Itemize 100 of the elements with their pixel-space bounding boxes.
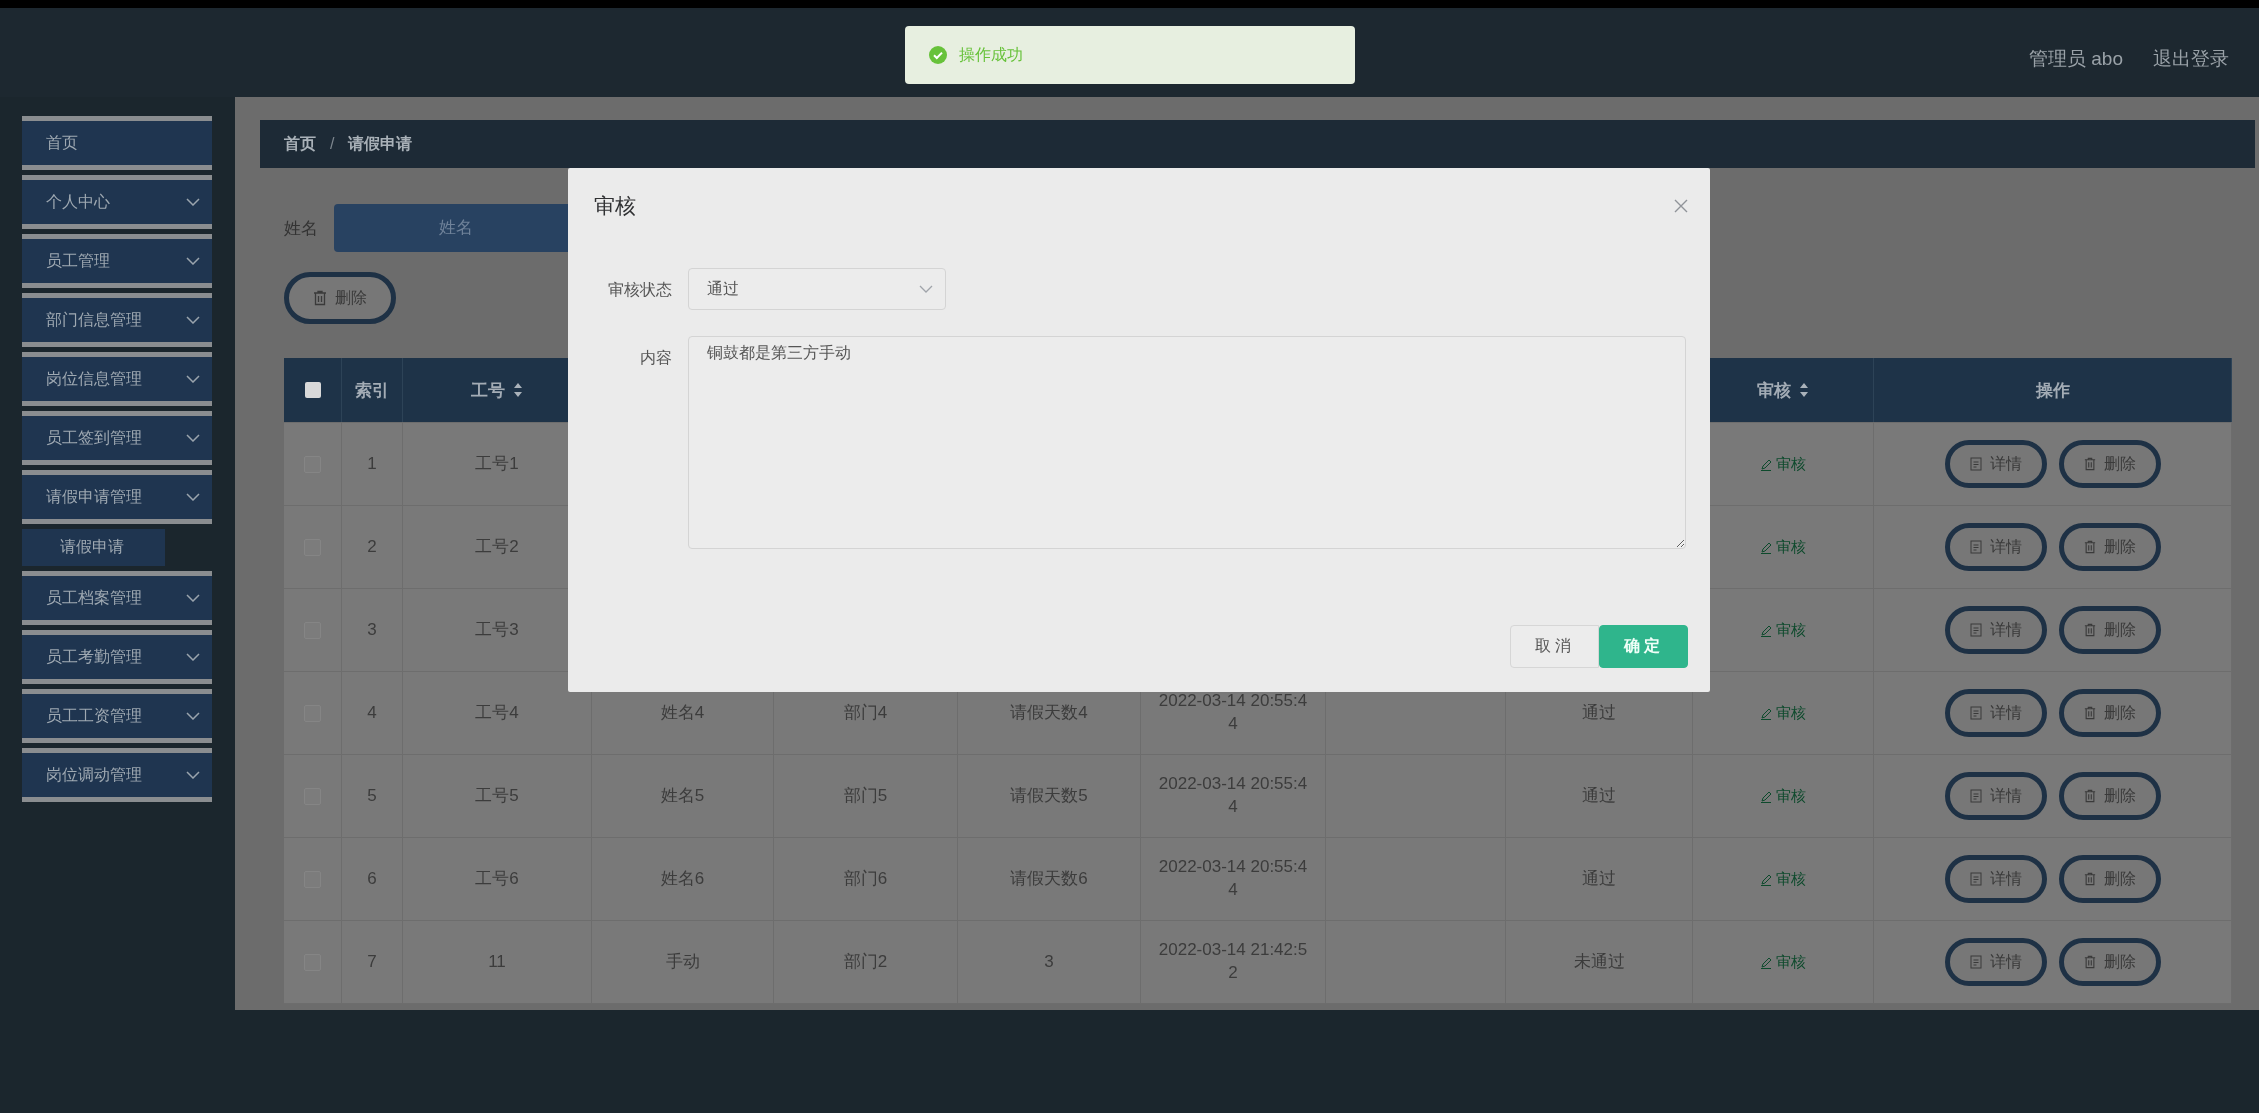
trash-icon xyxy=(2083,540,2096,554)
column-header[interactable]: 操作 xyxy=(1874,358,2232,422)
table-cell: 6 xyxy=(342,838,403,920)
review-link[interactable]: 审核 xyxy=(1760,536,1806,558)
search-label: 姓名 xyxy=(284,217,318,240)
detail-button[interactable]: 详情 xyxy=(1944,440,2047,488)
field-label: 审核状态 xyxy=(607,280,672,300)
trash-icon xyxy=(2083,955,2096,969)
pencil-icon xyxy=(1760,789,1772,803)
document-icon xyxy=(1969,789,1982,803)
table-cell: 2 xyxy=(342,506,403,588)
chevron-down-icon xyxy=(186,493,200,501)
dialog-title: 审核 xyxy=(594,193,636,219)
detail-button[interactable]: 详情 xyxy=(1944,606,2047,654)
delete-button[interactable]: 删除 xyxy=(2058,606,2161,654)
pencil-icon xyxy=(1760,623,1772,637)
toast-message: 操作成功 xyxy=(958,44,1023,65)
sidebar-item[interactable]: 首页 xyxy=(22,116,212,170)
review-link[interactable]: 审核 xyxy=(1760,619,1806,641)
status-select[interactable]: 通过 xyxy=(688,268,946,310)
chevron-down-icon xyxy=(186,771,200,779)
table-cell: 4 xyxy=(342,672,403,754)
review-link[interactable]: 审核 xyxy=(1760,702,1806,724)
chevron-down-icon xyxy=(186,198,200,206)
trash-icon xyxy=(2083,789,2096,803)
delete-button[interactable]: 删除 xyxy=(2058,772,2161,820)
detail-button[interactable]: 详情 xyxy=(1944,772,2047,820)
breadcrumb-item[interactable]: 首页 xyxy=(284,133,316,155)
delete-button[interactable]: 删除 xyxy=(2058,938,2161,986)
cancel-button[interactable]: 取消 xyxy=(1510,625,1599,668)
table-cell: 未通过 xyxy=(1506,921,1693,1003)
sidebar-item[interactable]: 岗位信息管理 xyxy=(22,352,212,406)
chevron-down-icon xyxy=(186,434,200,442)
sidebar-item[interactable]: 岗位调动管理 xyxy=(22,748,212,802)
chevron-down-icon xyxy=(186,653,200,661)
user-name: 管理员 abo xyxy=(2029,47,2123,71)
pencil-icon xyxy=(1760,706,1772,720)
trash-icon xyxy=(2083,706,2096,720)
chevron-down-icon xyxy=(186,712,200,720)
check-circle-icon xyxy=(928,46,947,64)
document-icon xyxy=(1969,872,1982,886)
detail-button[interactable]: 详情 xyxy=(1944,689,2047,737)
table-cell: 通过 xyxy=(1506,755,1693,837)
table-cell: 部门2 xyxy=(774,921,958,1003)
review-link[interactable]: 审核 xyxy=(1760,868,1806,890)
table-cell: 姓名6 xyxy=(592,838,774,920)
document-icon xyxy=(1969,540,1982,554)
table-cell: 2022-03-14 21:42:52 xyxy=(1141,921,1326,1003)
table-cell: 部门5 xyxy=(774,755,958,837)
confirm-button[interactable]: 确定 xyxy=(1599,625,1688,668)
detail-button[interactable]: 详情 xyxy=(1944,855,2047,903)
trash-icon xyxy=(2083,872,2096,886)
chevron-down-icon xyxy=(186,257,200,265)
table-cell: 3 xyxy=(958,921,1141,1003)
sidebar-item[interactable]: 员工工资管理 xyxy=(22,689,212,743)
document-icon xyxy=(1969,706,1982,720)
table-cell: 工号6 xyxy=(403,838,592,920)
sidebar-item[interactable]: 员工考勤管理 xyxy=(22,630,212,684)
trash-icon xyxy=(2083,623,2096,637)
document-icon xyxy=(1969,457,1982,471)
review-link[interactable]: 审核 xyxy=(1760,951,1806,973)
sidebar-item[interactable]: 员工管理 xyxy=(22,234,212,288)
detail-button[interactable]: 详情 xyxy=(1944,523,2047,571)
delete-button[interactable]: 删除 xyxy=(2058,440,2161,488)
pencil-icon xyxy=(1760,955,1772,969)
sidebar-item[interactable]: 部门信息管理 xyxy=(22,293,212,347)
select-all-checkbox[interactable] xyxy=(304,382,321,398)
delete-button[interactable]: 删除 xyxy=(2058,689,2161,737)
detail-button[interactable]: 详情 xyxy=(1944,938,2047,986)
chevron-down-icon xyxy=(186,594,200,602)
sidebar-item[interactable]: 员工档案管理 xyxy=(22,571,212,625)
logout-link[interactable]: 退出登录 xyxy=(2153,46,2229,72)
column-header[interactable]: 索引 xyxy=(342,358,403,422)
sidebar-subitem[interactable]: 请假申请 xyxy=(22,529,165,566)
sidebar-item[interactable]: 个人中心 xyxy=(22,175,212,229)
delete-button[interactable]: 删除 xyxy=(284,272,396,324)
table-cell: 2022-03-14 20:55:44 xyxy=(1141,755,1326,837)
content-field[interactable]: 铜鼓都是第三方手动 xyxy=(688,336,1686,549)
pencil-icon xyxy=(1760,457,1772,471)
table-cell: 5 xyxy=(342,755,403,837)
table-cell: 7 xyxy=(342,921,403,1003)
review-link[interactable]: 审核 xyxy=(1760,453,1806,475)
sidebar-item[interactable]: 员工签到管理 xyxy=(22,411,212,465)
document-icon xyxy=(1969,955,1982,969)
table-cell: 姓名5 xyxy=(592,755,774,837)
table-cell: 请假天数5 xyxy=(958,755,1141,837)
delete-button[interactable]: 删除 xyxy=(2058,523,2161,571)
close-icon[interactable] xyxy=(1674,199,1688,213)
table-cell: 1 xyxy=(342,423,403,505)
table-cell: 部门6 xyxy=(774,838,958,920)
review-link[interactable]: 审核 xyxy=(1760,785,1806,807)
delete-button[interactable]: 删除 xyxy=(2058,855,2161,903)
breadcrumb-item[interactable]: 请假申请 xyxy=(348,133,413,155)
table-cell: 11 xyxy=(403,921,592,1003)
trash-icon xyxy=(2083,457,2096,471)
sidebar-item[interactable]: 请假申请管理 xyxy=(22,470,212,524)
breadcrumb-separator: / xyxy=(330,135,335,153)
table-cell: 手动 xyxy=(592,921,774,1003)
chevron-down-icon xyxy=(186,316,200,324)
pencil-icon xyxy=(1760,872,1772,886)
